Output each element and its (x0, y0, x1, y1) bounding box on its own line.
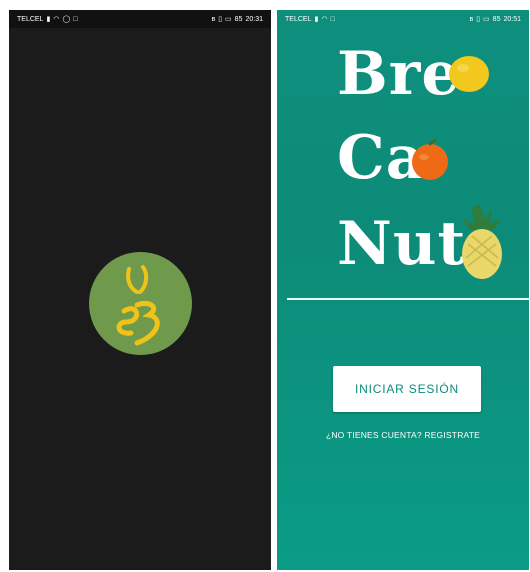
instagram-icon: □ (330, 15, 335, 23)
instagram-icon: □ (73, 15, 78, 23)
splash-screen: TELCEL ▮ ◠ ◯ □ ʙ ▯ ▭ 85 20:31 (9, 10, 271, 570)
signal-icon: ▮ (314, 15, 319, 23)
lemon-icon (449, 56, 489, 92)
carrier-label: TELCEL (285, 15, 312, 23)
app-logo (89, 252, 192, 355)
status-bar: TELCEL ▮ ◠ ◯ □ ʙ ▯ ▭ 85 20:31 (9, 10, 271, 28)
battery-icon: ▭ (225, 15, 232, 23)
battery-level: 85 (492, 15, 501, 23)
battery-level: 85 (234, 15, 243, 23)
status-bar: TELCEL ▮ ◠ □ ʙ ▯ ▭ 85 20:51 (277, 10, 529, 28)
orange-icon (412, 138, 448, 180)
brand-line-1: Bre (337, 39, 461, 109)
brecanut-logo-icon (116, 264, 160, 345)
signal-icon: ▮ (46, 15, 51, 23)
carrier-label: TELCEL (17, 15, 44, 23)
bluetooth-icon: ʙ (211, 15, 216, 23)
battery-icon: ▭ (483, 15, 490, 23)
login-screen: TELCEL ▮ ◠ □ ʙ ▯ ▭ 85 20:51 Bre Ca Nut I… (277, 10, 529, 570)
status-time: 20:31 (245, 15, 263, 23)
wifi-icon: ◠ (321, 15, 328, 23)
vibrate-icon: ▯ (476, 15, 481, 23)
whatsapp-icon: ◯ (62, 15, 71, 23)
divider (287, 298, 529, 300)
status-time: 20:51 (503, 15, 521, 23)
vibrate-icon: ▯ (218, 15, 223, 23)
wifi-icon: ◠ (53, 15, 60, 23)
login-button[interactable]: INICIAR SESIÓN (333, 366, 481, 412)
bluetooth-icon: ʙ (469, 15, 474, 23)
pineapple-icon (462, 204, 502, 279)
brand-line-3: Nut (337, 209, 467, 279)
register-link[interactable]: ¿NO TIENES CUENTA? REGISTRATE (277, 430, 529, 440)
